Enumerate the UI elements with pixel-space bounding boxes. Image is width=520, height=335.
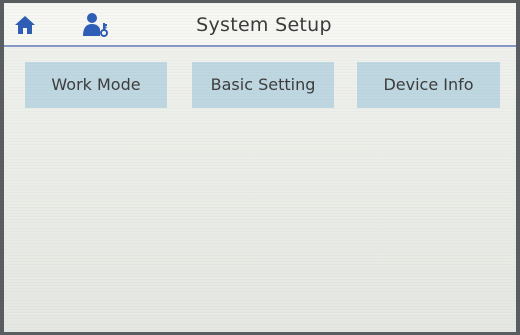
home-icon bbox=[15, 16, 35, 34]
work-mode-button[interactable]: Work Mode bbox=[25, 62, 167, 108]
home-button[interactable] bbox=[14, 15, 36, 35]
screen: System Setup Work Mode Basic Setting Dev… bbox=[4, 3, 516, 332]
user-settings-button[interactable] bbox=[82, 12, 112, 38]
header-divider bbox=[4, 45, 516, 47]
basic-setting-button[interactable]: Basic Setting bbox=[192, 62, 334, 108]
user-key-icon bbox=[83, 13, 108, 37]
header-bar: System Setup bbox=[4, 3, 516, 45]
device-info-button[interactable]: Device Info bbox=[357, 62, 500, 108]
page-title: System Setup bbox=[196, 14, 332, 36]
